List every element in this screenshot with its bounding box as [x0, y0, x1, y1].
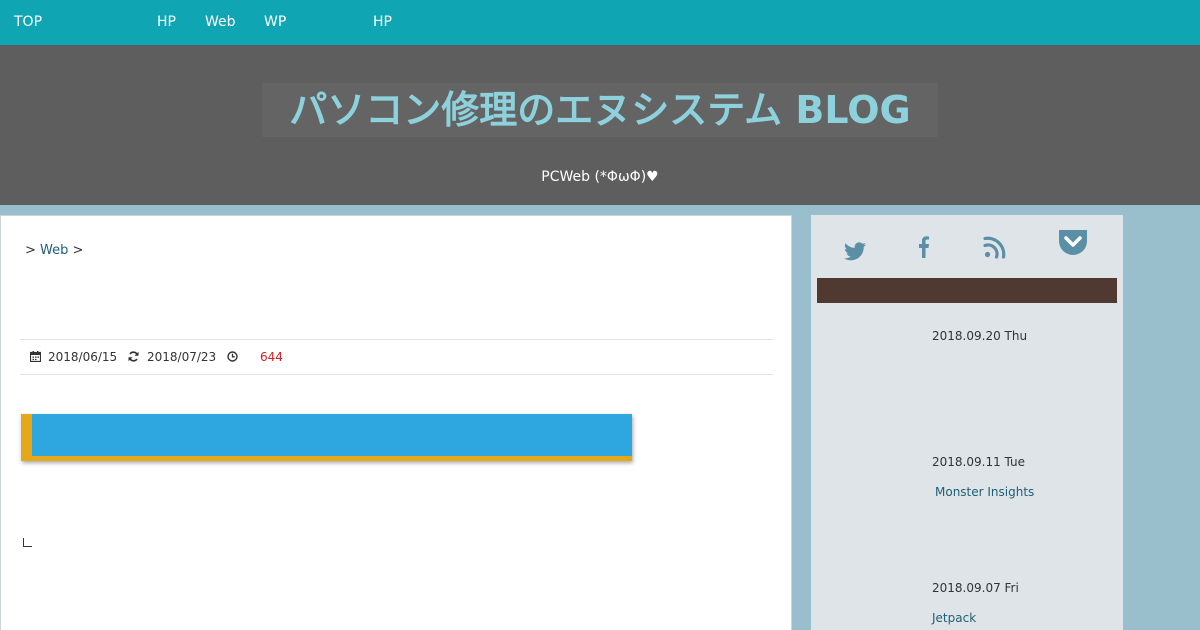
site-description: PCWeb (*ΦωΦ)♥ [541, 169, 659, 185]
site-header: パソコン修理のエヌシステム BLOG PCWeb (*ΦωΦ)♥ [0, 45, 1200, 205]
breadcrumb-category-link[interactable]: Web [40, 243, 68, 258]
rss-icon[interactable] [975, 227, 1015, 267]
sidebar-post-date: 2018.09.20 Thu [932, 329, 1028, 343]
post-meta: 2018/06/15 2018/07/23 644 [20, 339, 773, 375]
post-updated-date: 2018/07/23 [147, 350, 217, 364]
breadcrumb: > Web > [25, 243, 83, 259]
view-count: 644 [260, 350, 283, 364]
nav-item-hp-2[interactable]: HP [373, 14, 392, 30]
calendar-icon [30, 351, 41, 362]
clock-icon [227, 351, 238, 362]
facebook-icon[interactable] [904, 227, 944, 267]
main-content: > Web > 2018/06/15 2018/07/23 644 [0, 215, 792, 630]
nav-item-top[interactable]: TOP [14, 14, 42, 30]
sidebar-post-link[interactable]: Jetpack [932, 611, 976, 625]
section-heading-bar [21, 414, 632, 461]
sidebar-post-date: 2018.09.11 Tue [932, 455, 1026, 469]
sidebar-section-title [817, 278, 1117, 303]
nav-item-wp[interactable]: WP [264, 14, 286, 30]
breadcrumb-separator: > [25, 243, 36, 258]
site-title[interactable]: パソコン修理のエヌシステム BLOG [262, 83, 938, 137]
sidebar-post-date: 2018.09.07 Fri [932, 581, 1019, 595]
refresh-icon [128, 351, 139, 362]
breadcrumb-separator: > [72, 243, 84, 258]
sidebar-post-link[interactable]: Monster Insights [935, 485, 1034, 499]
twitter-icon[interactable] [833, 227, 873, 267]
sidebar: 2018.09.20 Thu 2018.09.11 Tue Monster In… [811, 215, 1123, 630]
pocket-icon[interactable] [1053, 223, 1093, 263]
top-nav: TOP HP Web WP HP [0, 0, 1200, 45]
post-date: 2018/06/15 [48, 350, 118, 364]
nav-item-hp[interactable]: HP [157, 14, 176, 30]
corner-mark [23, 538, 32, 547]
nav-item-web[interactable]: Web [205, 14, 236, 30]
site-title-box[interactable]: パソコン修理のエヌシステム BLOG [262, 83, 938, 137]
